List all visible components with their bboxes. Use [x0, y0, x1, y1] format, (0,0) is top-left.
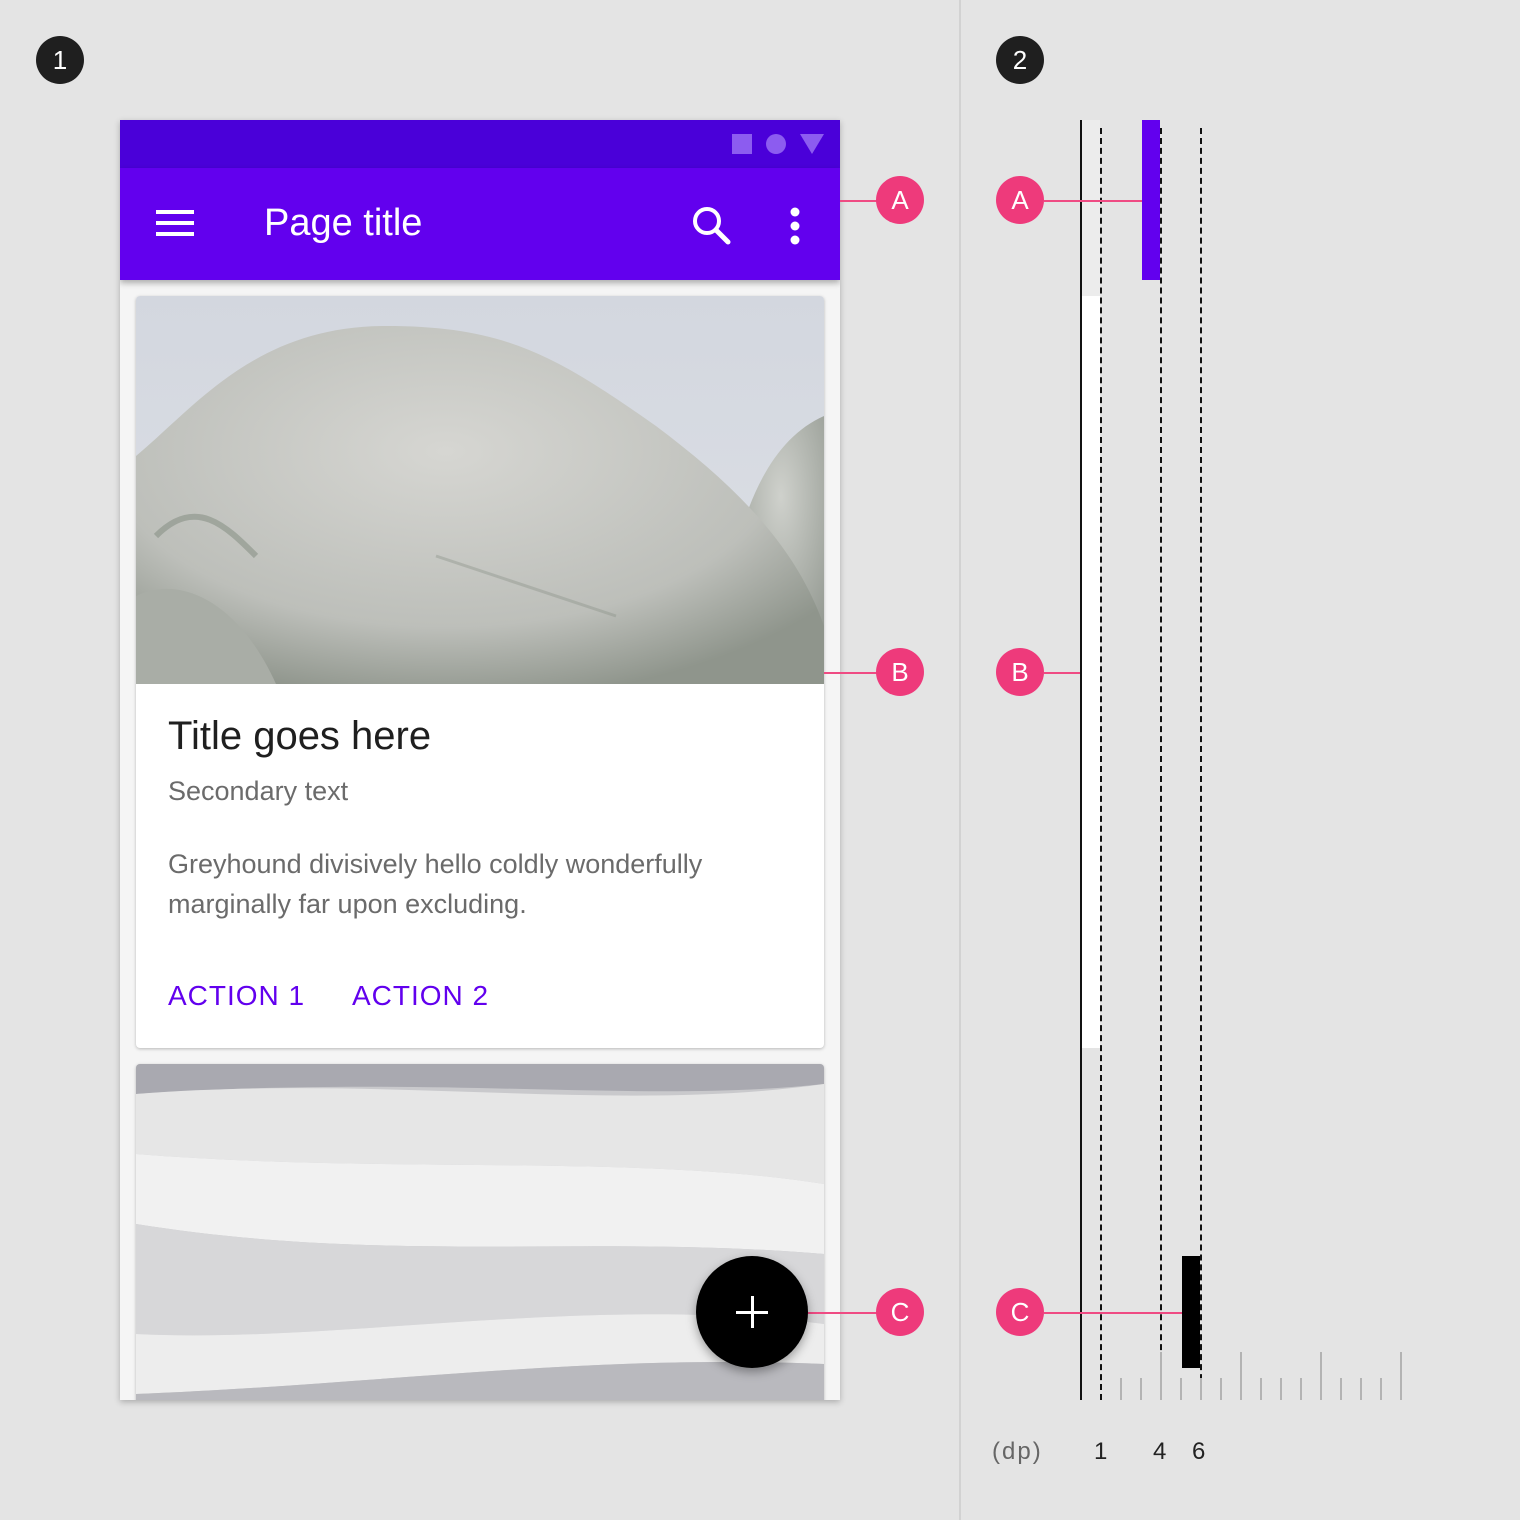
callout-leader-a-2 — [1044, 200, 1142, 202]
callout-a-2: A — [996, 176, 1044, 224]
callout-leader-a — [840, 200, 880, 202]
elevation-6dp-line — [1200, 128, 1202, 1400]
status-circle-icon — [766, 134, 786, 154]
add-icon[interactable] — [696, 1256, 808, 1368]
callout-leader-c-2 — [1044, 1312, 1182, 1314]
scale-tick — [1360, 1378, 1362, 1400]
callout-c-2: C — [996, 1288, 1044, 1336]
scale-tick — [1400, 1352, 1402, 1400]
card-body-text: Greyhound divisively hello coldly wonder… — [168, 849, 703, 919]
card-media-rocks — [136, 296, 824, 684]
scale-unit-label: (dp) — [992, 1438, 1043, 1465]
scale-label-4: 4 — [1153, 1438, 1167, 1465]
scale-tick — [1260, 1378, 1262, 1400]
callout-b: B — [876, 648, 924, 696]
card-title: Title goes here — [168, 714, 432, 758]
top-app-bar: Page title — [120, 168, 840, 280]
scale-tick — [1160, 1352, 1162, 1400]
scale-tick — [1140, 1378, 1142, 1400]
search-icon[interactable] — [690, 204, 734, 248]
fab-side-profile — [1182, 1256, 1200, 1368]
card-side-profile — [1080, 296, 1100, 1048]
app-bar-side-profile — [1142, 120, 1160, 280]
surface-side-profile — [1080, 120, 1100, 296]
card-secondary-text: Secondary text — [168, 776, 349, 806]
surface-baseline — [1080, 120, 1082, 1400]
status-triangle-icon — [800, 134, 824, 154]
status-bar — [120, 120, 840, 168]
scale-tick — [1200, 1378, 1202, 1400]
callout-leader-c — [808, 1312, 880, 1314]
elevation-1dp-line — [1100, 128, 1102, 1400]
callout-a: A — [876, 176, 924, 224]
scale-tick — [1340, 1378, 1342, 1400]
more-vert-icon[interactable] — [780, 204, 810, 248]
scale-tick — [1380, 1378, 1382, 1400]
scale-tick — [1120, 1378, 1122, 1400]
phone-screen: Page title Title goes here Secondary tex… — [120, 120, 840, 1400]
step-2-badge: 2 — [996, 36, 1044, 84]
step-1-badge: 1 — [36, 36, 84, 84]
scale-tick — [1180, 1378, 1182, 1400]
elevation-4dp-line — [1160, 128, 1162, 1400]
content-card[interactable]: Title goes here Secondary text Greyhound… — [136, 296, 824, 1048]
action-2-button[interactable]: ACTION 2 — [352, 980, 489, 1012]
scale-tick — [1300, 1378, 1302, 1400]
scale-tick — [1240, 1352, 1242, 1400]
scale-tick — [1280, 1378, 1282, 1400]
scale-label-1: 1 — [1094, 1438, 1108, 1465]
callout-leader-b-2 — [1044, 672, 1080, 674]
scale-label-6: 6 — [1192, 1438, 1206, 1465]
scale-tick — [1220, 1378, 1222, 1400]
page-title: Page title — [264, 202, 423, 244]
status-square-icon — [732, 134, 752, 154]
scale-tick — [1320, 1352, 1322, 1400]
action-1-button[interactable]: ACTION 1 — [168, 980, 305, 1012]
menu-icon[interactable] — [156, 210, 196, 240]
callout-leader-b — [824, 672, 880, 674]
callout-b-2: B — [996, 648, 1044, 696]
panel-divider — [959, 0, 961, 1520]
callout-c: C — [876, 1288, 924, 1336]
